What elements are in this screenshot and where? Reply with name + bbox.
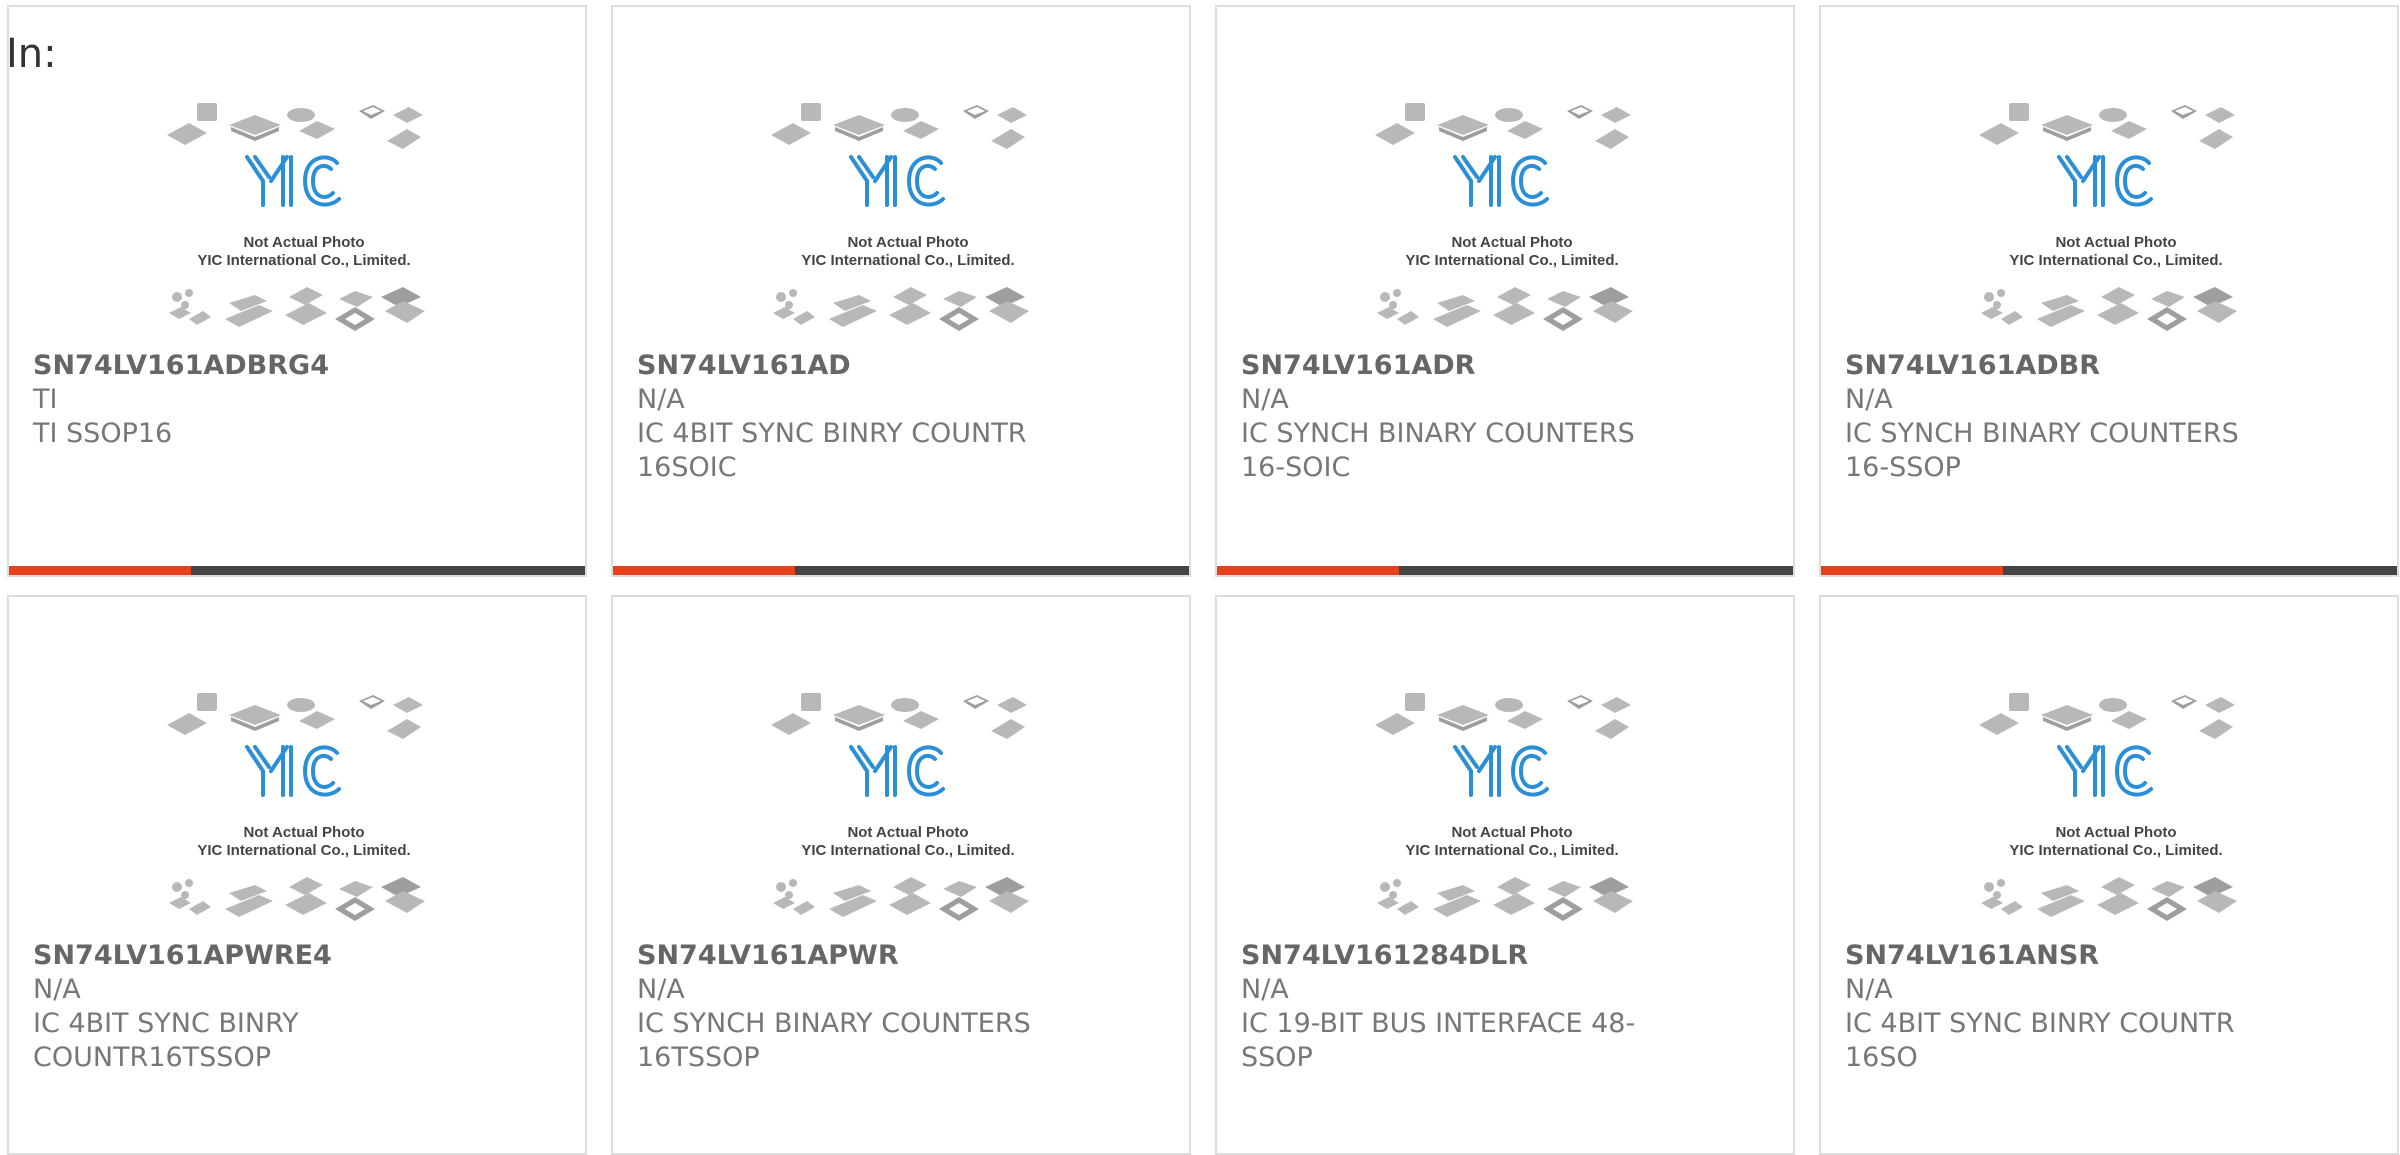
manufacturer: N/A <box>1845 384 1893 415</box>
not-actual-photo-image: Not Actual Photo YIC International Co., … <box>763 687 1053 933</box>
product-info: SN74LV161APWR N/A IC SYNCH BINARY COUNTE… <box>637 939 1077 1075</box>
card-accent-bar <box>9 566 191 575</box>
manufacturer: N/A <box>1845 974 1893 1005</box>
part-number-link[interactable]: SN74LV161ADR <box>1241 349 1681 383</box>
card-accent-bar <box>1217 566 1399 575</box>
description: TI SSOP16 <box>33 418 173 449</box>
product-info: SN74LV161ADR N/A IC SYNCH BINARY COUNTER… <box>1241 349 1681 485</box>
not-actual-photo-image: Not Actual Photo YIC International Co., … <box>763 97 1053 343</box>
placeholder-graphic: Not Actual Photo YIC International Co., … <box>771 693 1029 921</box>
manufacturer: N/A <box>637 384 685 415</box>
part-number-link[interactable]: SN74LV161ADBR <box>1845 349 2285 383</box>
part-number-link[interactable]: SN74LV161ANSR <box>1845 939 2285 973</box>
description: IC SYNCH BINARY COUNTERS 16TSSOP <box>637 1008 1031 1073</box>
yic-logo-icon <box>1453 155 1549 207</box>
not-actual-photo-image: Not Actual Photo YIC International Co., … <box>1971 687 2261 933</box>
product-info: SN74LV161AD N/A IC 4BIT SYNC BINRY COUNT… <box>637 349 1077 485</box>
card-bottom-bar <box>613 566 1189 575</box>
description: IC 4BIT SYNC BINRY COUNTR 16SO <box>1845 1008 2235 1073</box>
svg-text:Not Actual Photo: Not Actual Photo <box>2055 824 2176 841</box>
card-bottom-bar <box>1821 566 2397 575</box>
part-number-link[interactable]: SN74LV161APWR <box>637 939 1077 973</box>
svg-text:Not Actual Photo: Not Actual Photo <box>1451 234 1572 251</box>
filter-label: In: <box>6 31 57 77</box>
placeholder-graphic: Not Actual Photo YIC International Co., … <box>167 693 425 921</box>
svg-text:YIC International Co., Limited: YIC International Co., Limited. <box>1405 252 1618 269</box>
description: IC 19-BIT BUS INTERFACE 48-SSOP <box>1241 1008 1636 1073</box>
manufacturer: TI <box>33 384 58 415</box>
product-card[interactable]: Not Actual Photo YIC International Co., … <box>7 595 587 1155</box>
manufacturer: N/A <box>1241 974 1289 1005</box>
svg-text:YIC International Co., Limited: YIC International Co., Limited. <box>1405 842 1618 859</box>
product-card[interactable]: Not Actual Photo YIC International Co., … <box>1819 595 2399 1155</box>
product-card[interactable]: Not Actual Photo YIC International Co., … <box>1215 5 1795 577</box>
not-actual-photo-image: Not Actual Photo YIC International Co., … <box>159 687 449 933</box>
product-info: SN74LV161APWRE4 N/A IC 4BIT SYNC BINRY C… <box>33 939 473 1075</box>
product-info: SN74LV161ADBR N/A IC SYNCH BINARY COUNTE… <box>1845 349 2285 485</box>
part-number-link[interactable]: SN74LV161ADBRG4 <box>33 349 473 383</box>
yic-logo-icon <box>849 745 945 797</box>
placeholder-graphic: Not Actual Photo YIC International Co., … <box>1979 103 2237 331</box>
not-actual-photo-image: Not Actual Photo YIC International Co., … <box>1367 687 1657 933</box>
product-info: SN74LV161ANSR N/A IC 4BIT SYNC BINRY COU… <box>1845 939 2285 1075</box>
placeholder-graphic: Not Actual Photo YIC International Co., … <box>771 103 1029 331</box>
yic-logo-icon <box>2057 155 2153 207</box>
svg-text:Not Actual Photo: Not Actual Photo <box>847 824 968 841</box>
description: IC SYNCH BINARY COUNTERS 16-SSOP <box>1845 418 2239 483</box>
svg-text:YIC International Co., Limited: YIC International Co., Limited. <box>801 842 1014 859</box>
placeholder-graphic: Not Actual Photo YIC International Co., … <box>1979 693 2237 921</box>
yic-logo-icon <box>849 155 945 207</box>
card-accent-bar <box>1821 566 2003 575</box>
product-card[interactable]: Not Actual Photo YIC International Co., … <box>7 5 587 577</box>
svg-text:YIC International Co., Limited: YIC International Co., Limited. <box>197 252 410 269</box>
not-actual-photo-image: Not Actual Photo YIC International Co., … <box>1971 97 2261 343</box>
part-number-link[interactable]: SN74LV161AD <box>637 349 1077 383</box>
description: IC 4BIT SYNC BINRY COUNTR16TSSOP <box>33 1008 299 1073</box>
product-grid: Not Actual Photo YIC International Co., … <box>0 0 2400 1155</box>
yic-logo-icon <box>2057 745 2153 797</box>
not-actual-photo-image: Not Actual Photo YIC International Co., … <box>1367 97 1657 343</box>
manufacturer: N/A <box>637 974 685 1005</box>
svg-text:Not Actual Photo: Not Actual Photo <box>847 234 968 251</box>
svg-text:Not Actual Photo: Not Actual Photo <box>243 824 364 841</box>
placeholder-graphic: Not Actual Photo YIC International Co., … <box>167 103 425 331</box>
svg-text:YIC International Co., Limited: YIC International Co., Limited. <box>801 252 1014 269</box>
manufacturer: N/A <box>1241 384 1289 415</box>
description: IC SYNCH BINARY COUNTERS 16-SOIC <box>1241 418 1635 483</box>
part-number-link[interactable]: SN74LV161284DLR <box>1241 939 1681 973</box>
yic-logo-icon <box>245 155 341 207</box>
product-info: SN74LV161284DLR N/A IC 19-BIT BUS INTERF… <box>1241 939 1681 1075</box>
part-number-link[interactable]: SN74LV161APWRE4 <box>33 939 473 973</box>
placeholder-graphic: Not Actual Photo YIC International Co., … <box>1375 103 1633 331</box>
yic-logo-icon <box>245 745 341 797</box>
svg-text:Not Actual Photo: Not Actual Photo <box>1451 824 1572 841</box>
svg-text:Not Actual Photo: Not Actual Photo <box>243 234 364 251</box>
card-bottom-bar <box>1217 566 1793 575</box>
svg-text:YIC International Co., Limited: YIC International Co., Limited. <box>197 842 410 859</box>
card-accent-bar <box>613 566 795 575</box>
product-card[interactable]: Not Actual Photo YIC International Co., … <box>1215 595 1795 1155</box>
not-actual-photo-image: Not Actual Photo YIC International Co., … <box>159 97 449 343</box>
svg-text:YIC International Co., Limited: YIC International Co., Limited. <box>2009 252 2222 269</box>
manufacturer: N/A <box>33 974 81 1005</box>
product-card[interactable]: Not Actual Photo YIC International Co., … <box>611 5 1191 577</box>
yic-logo-icon <box>1453 745 1549 797</box>
svg-text:YIC International Co., Limited: YIC International Co., Limited. <box>2009 842 2222 859</box>
placeholder-graphic: Not Actual Photo YIC International Co., … <box>1375 693 1633 921</box>
product-card[interactable]: Not Actual Photo YIC International Co., … <box>1819 5 2399 577</box>
card-bottom-bar <box>9 566 585 575</box>
description: IC 4BIT SYNC BINRY COUNTR 16SOIC <box>637 418 1027 483</box>
product-info: SN74LV161ADBRG4 TI TI SSOP16 <box>33 349 473 451</box>
product-card[interactable]: Not Actual Photo YIC International Co., … <box>611 595 1191 1155</box>
svg-text:Not Actual Photo: Not Actual Photo <box>2055 234 2176 251</box>
